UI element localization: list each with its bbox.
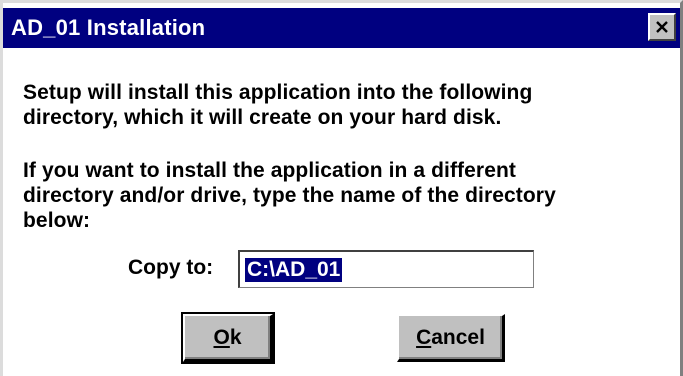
ok-button[interactable]: Ok	[181, 312, 275, 364]
cancel-button-label: Cancel	[416, 326, 485, 350]
copy-to-value: C:\AD_01	[245, 258, 343, 282]
window-title: AD_01 Installation	[11, 15, 206, 40]
ok-button-label: Ok	[213, 326, 241, 350]
installation-dialog: AD_01 Installation Setup will install th…	[0, 0, 683, 376]
title-bar[interactable]: AD_01 Installation	[3, 8, 680, 48]
instruction-paragraph: If you want to install the application i…	[23, 158, 556, 233]
instruction-line-1: If you want to install the application i…	[23, 159, 516, 182]
cancel-label-rest: ancel	[431, 325, 485, 349]
copy-to-label: Copy to:	[128, 256, 214, 279]
close-button[interactable]	[648, 13, 676, 41]
intro-paragraph: Setup will install this application into…	[23, 80, 532, 130]
instruction-line-2: directory and/or drive, type the name of…	[23, 184, 556, 207]
dialog-body: Setup will install this application into…	[3, 48, 680, 376]
intro-line-1: Setup will install this application into…	[23, 81, 533, 104]
instruction-line-3: below:	[23, 209, 91, 232]
intro-line-2: directory, which it will create on your …	[23, 106, 502, 129]
ok-mnemonic: O	[213, 325, 230, 349]
close-icon	[656, 21, 668, 33]
cancel-mnemonic: C	[416, 325, 432, 349]
copy-to-input[interactable]: C:\AD_01	[238, 250, 534, 288]
ok-label-rest: k	[229, 325, 242, 349]
cancel-button[interactable]: Cancel	[397, 314, 505, 362]
